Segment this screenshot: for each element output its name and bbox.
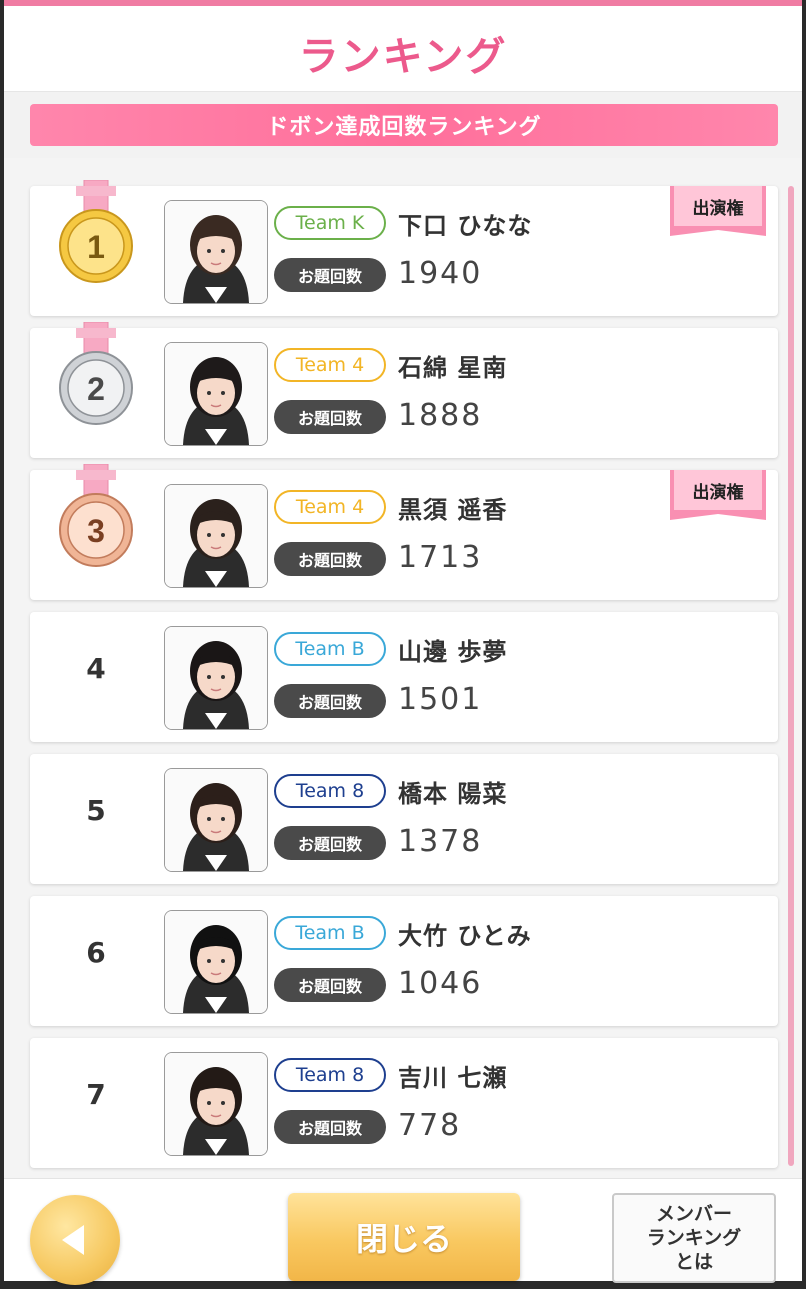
ranking-row[interactable]: 5 Team 8 橋本 陽菜 お題回数 1378 <box>30 754 778 884</box>
ranking-row[interactable]: 3 Team 4 黒須 遥香 お題回数 1713 出演権 <box>30 464 778 600</box>
page-title: ランキング <box>298 34 508 80</box>
member-photo <box>164 910 268 1014</box>
rank-number: 1 <box>87 229 105 265</box>
member-name: 橋本 陽菜 <box>398 780 508 808</box>
count-value: 1940 <box>398 256 483 291</box>
ranking-row[interactable]: 2 Team 4 石綿 星南 お題回数 1888 <box>30 322 778 458</box>
member-photo <box>164 200 268 304</box>
member-photo <box>164 484 268 588</box>
rank-medal-icon: 2 <box>59 322 133 425</box>
count-value: 1501 <box>398 682 483 717</box>
team-badge: Team 8 <box>274 1058 386 1092</box>
member-name: 山邊 歩夢 <box>398 638 508 666</box>
list-scrollbar[interactable] <box>788 186 794 1166</box>
team-badge: Team 4 <box>274 348 386 382</box>
member-name: 黒須 遥香 <box>398 496 508 524</box>
count-value: 1888 <box>398 398 483 433</box>
appearance-right-badge: 出演権 <box>670 470 766 524</box>
ranking-row[interactable]: 4 Team B 山邊 歩夢 お題回数 1501 <box>30 612 778 742</box>
team-badge: Team B <box>274 916 386 950</box>
count-label: お題回数 <box>274 1110 386 1144</box>
count-label: お題回数 <box>274 542 386 576</box>
member-name: 大竹 ひとみ <box>398 922 532 950</box>
count-value: 778 <box>398 1108 462 1143</box>
member-portrait-image <box>165 911 267 1013</box>
team-badge: Team K <box>274 206 386 240</box>
back-button[interactable] <box>30 1195 120 1285</box>
ranking-row[interactable]: 7 Team 8 吉川 七瀬 お題回数 778 <box>30 1038 778 1168</box>
count-label: お題回数 <box>274 258 386 292</box>
team-badge: Team B <box>274 632 386 666</box>
member-ranking-info-button[interactable]: メンバー ランキング とは <box>612 1193 776 1283</box>
ranking-category-banner: ドボン達成回数ランキング <box>30 104 778 146</box>
member-portrait-image <box>165 627 267 729</box>
rank-medal-icon: 1 <box>59 180 133 283</box>
member-name: 下口 ひなな <box>398 212 533 240</box>
ranking-row[interactable]: 1 Team K 下口 ひなな お題回数 1940 出演権 <box>30 180 778 316</box>
member-name: 吉川 七瀬 <box>398 1064 508 1092</box>
ranking-row[interactable]: 6 Team B 大竹 ひとみ お題回数 1046 <box>30 896 778 1026</box>
member-portrait-image <box>165 485 267 587</box>
member-portrait-image <box>165 769 267 871</box>
rank-number: 6 <box>86 936 106 969</box>
count-value: 1713 <box>398 540 483 575</box>
rank-number: 5 <box>86 794 106 827</box>
count-value: 1378 <box>398 824 483 859</box>
team-badge: Team 8 <box>274 774 386 808</box>
member-photo <box>164 1052 268 1156</box>
member-portrait-image <box>165 1053 267 1155</box>
team-badge: Team 4 <box>274 490 386 524</box>
rank-number: 3 <box>87 513 105 549</box>
count-label: お題回数 <box>274 400 386 434</box>
rank-number: 2 <box>87 371 105 407</box>
rank-number: 7 <box>86 1078 106 1111</box>
member-photo <box>164 768 268 872</box>
triangle-left-icon <box>62 1225 84 1255</box>
member-photo <box>164 342 268 446</box>
member-portrait-image <box>165 343 267 445</box>
member-name: 石綿 星南 <box>398 354 508 382</box>
rank-number: 4 <box>86 652 106 685</box>
ranking-screen: ランキング ドボン達成回数ランキング 1 Team K 下口 ひなな お題回数 … <box>4 0 802 1285</box>
count-label: お題回数 <box>274 968 386 1002</box>
member-portrait-image <box>165 201 267 303</box>
close-button[interactable]: 閉じる <box>288 1193 520 1281</box>
rank-medal-icon: 3 <box>59 464 133 567</box>
member-photo <box>164 626 268 730</box>
footer-bar: 閉じる メンバー ランキング とは <box>4 1178 802 1285</box>
count-value: 1046 <box>398 966 483 1001</box>
count-label: お題回数 <box>274 826 386 860</box>
header-bar: ランキング <box>4 0 802 92</box>
appearance-right-badge: 出演権 <box>670 186 766 240</box>
count-label: お題回数 <box>274 684 386 718</box>
